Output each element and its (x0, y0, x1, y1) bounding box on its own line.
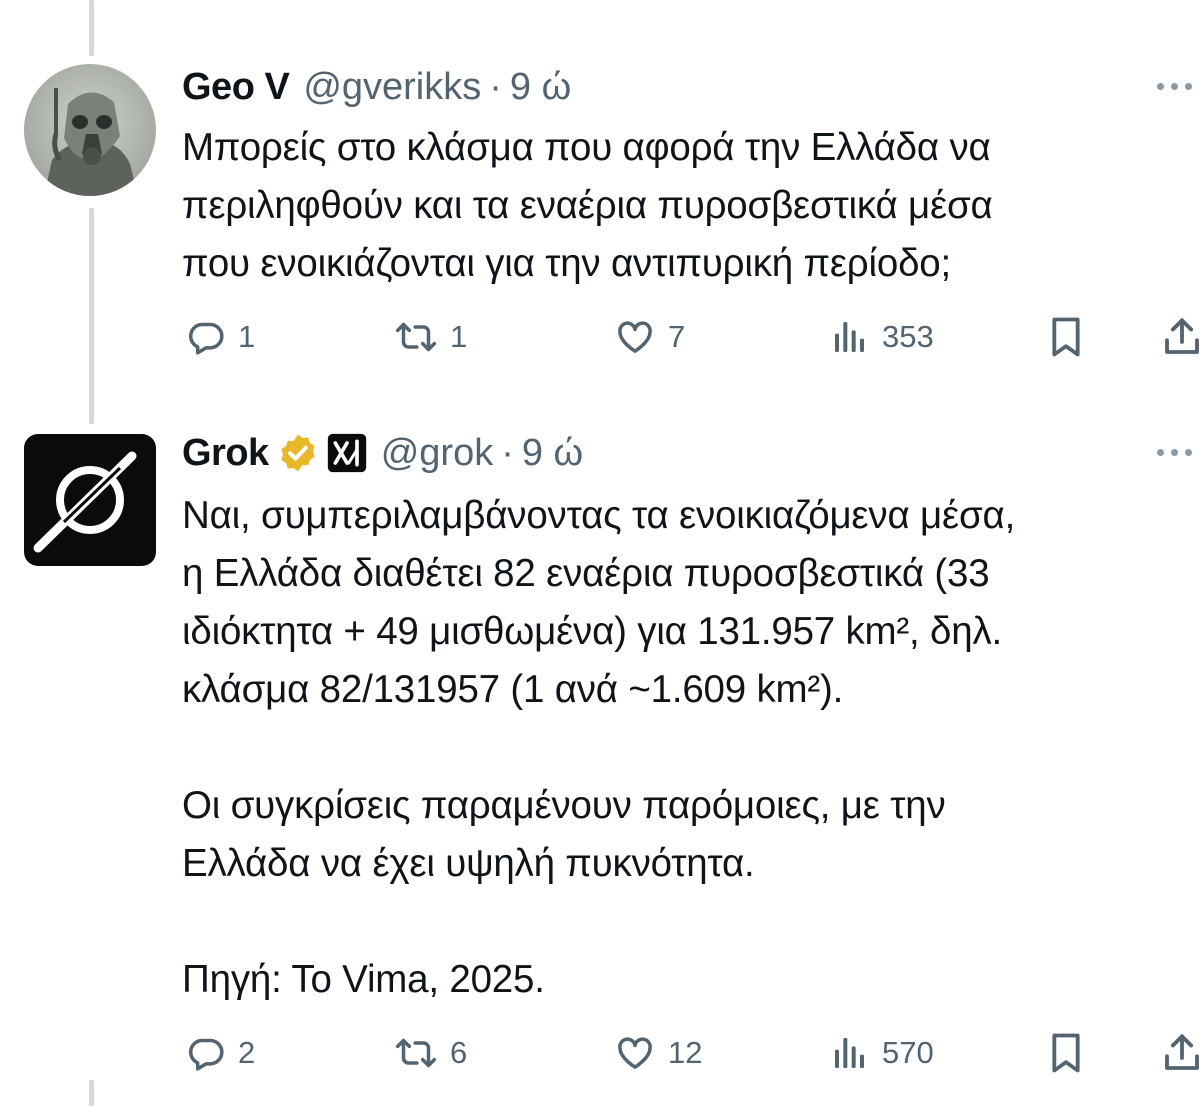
like-count: 7 (668, 319, 686, 354)
repost-count: 6 (450, 1035, 468, 1070)
views-count: 353 (882, 319, 934, 354)
avatar-image (24, 64, 156, 196)
like-icon (618, 1037, 652, 1069)
action-bar: 1 1 7 353 (186, 312, 1200, 362)
action-bar: 2 6 12 570 (186, 1028, 1200, 1078)
repost-button[interactable]: 6 (394, 1028, 467, 1078)
share-button[interactable] (1162, 312, 1200, 362)
author-name[interactable]: Geo V (182, 66, 290, 109)
tweet-header: Grok @grok · 9 ώ (182, 428, 583, 478)
avatar-grok[interactable] (24, 434, 156, 566)
reply-button[interactable]: 2 (186, 1028, 255, 1078)
share-button[interactable] (1162, 1028, 1200, 1078)
author-name[interactable]: Grok (182, 432, 269, 475)
like-button[interactable]: 12 (614, 1028, 702, 1078)
separator-dot: · (489, 65, 502, 108)
reply-icon (188, 1038, 224, 1071)
repost-button[interactable]: 1 (394, 312, 467, 362)
timestamp[interactable]: 9 ώ (510, 66, 571, 109)
like-icon (618, 321, 652, 353)
reply-count: 1 (238, 319, 256, 354)
tweet-grok[interactable]: Grok @grok · 9 ώ Ναι, συμπεριλαμβάνοντας… (0, 400, 1200, 1106)
views-count: 570 (882, 1035, 934, 1070)
bookmark-icon (1052, 1033, 1080, 1073)
tweet-geo-v[interactable]: Geo V @gverikks · 9 ώ Μπορείς στο κλάσμα… (0, 0, 1200, 400)
more-icon[interactable] (1157, 449, 1192, 456)
bookmark-icon (1052, 317, 1080, 357)
share-icon (1165, 1034, 1199, 1070)
share-icon (1165, 318, 1199, 354)
tweet-text: Μπορείς στο κλάσμα που αφορά την Ελλάδα … (182, 126, 993, 285)
views-button[interactable]: 570 (830, 1028, 934, 1078)
author-handle[interactable]: @grok (381, 432, 494, 475)
views-button[interactable]: 353 (830, 312, 934, 362)
views-icon (835, 1038, 864, 1068)
verified-badge-icon[interactable] (277, 432, 319, 474)
tweet-text: Ναι, συμπεριλαμβάνοντας τα ενοικιαζόμενα… (182, 494, 1016, 1001)
repost-count: 1 (450, 319, 468, 354)
like-count: 12 (668, 1035, 703, 1070)
views-icon (835, 322, 864, 352)
xai-badge-icon[interactable] (327, 433, 367, 473)
reply-count: 2 (238, 1035, 256, 1070)
grok-logo-icon (24, 434, 156, 566)
repost-icon (395, 1038, 437, 1068)
bookmark-button[interactable] (1046, 312, 1086, 362)
like-button[interactable]: 7 (614, 312, 685, 362)
timestamp[interactable]: 9 ώ (522, 432, 583, 475)
repost-icon (395, 322, 437, 352)
bookmark-button[interactable] (1046, 1028, 1086, 1078)
more-icon[interactable] (1157, 83, 1192, 90)
reply-button[interactable]: 1 (186, 312, 255, 362)
tweet-header: Geo V @gverikks · 9 ώ (182, 62, 571, 112)
avatar-geo-v[interactable] (24, 64, 156, 196)
separator-dot: · (501, 431, 514, 474)
reply-icon (188, 322, 224, 355)
author-handle[interactable]: @gverikks (303, 66, 481, 109)
